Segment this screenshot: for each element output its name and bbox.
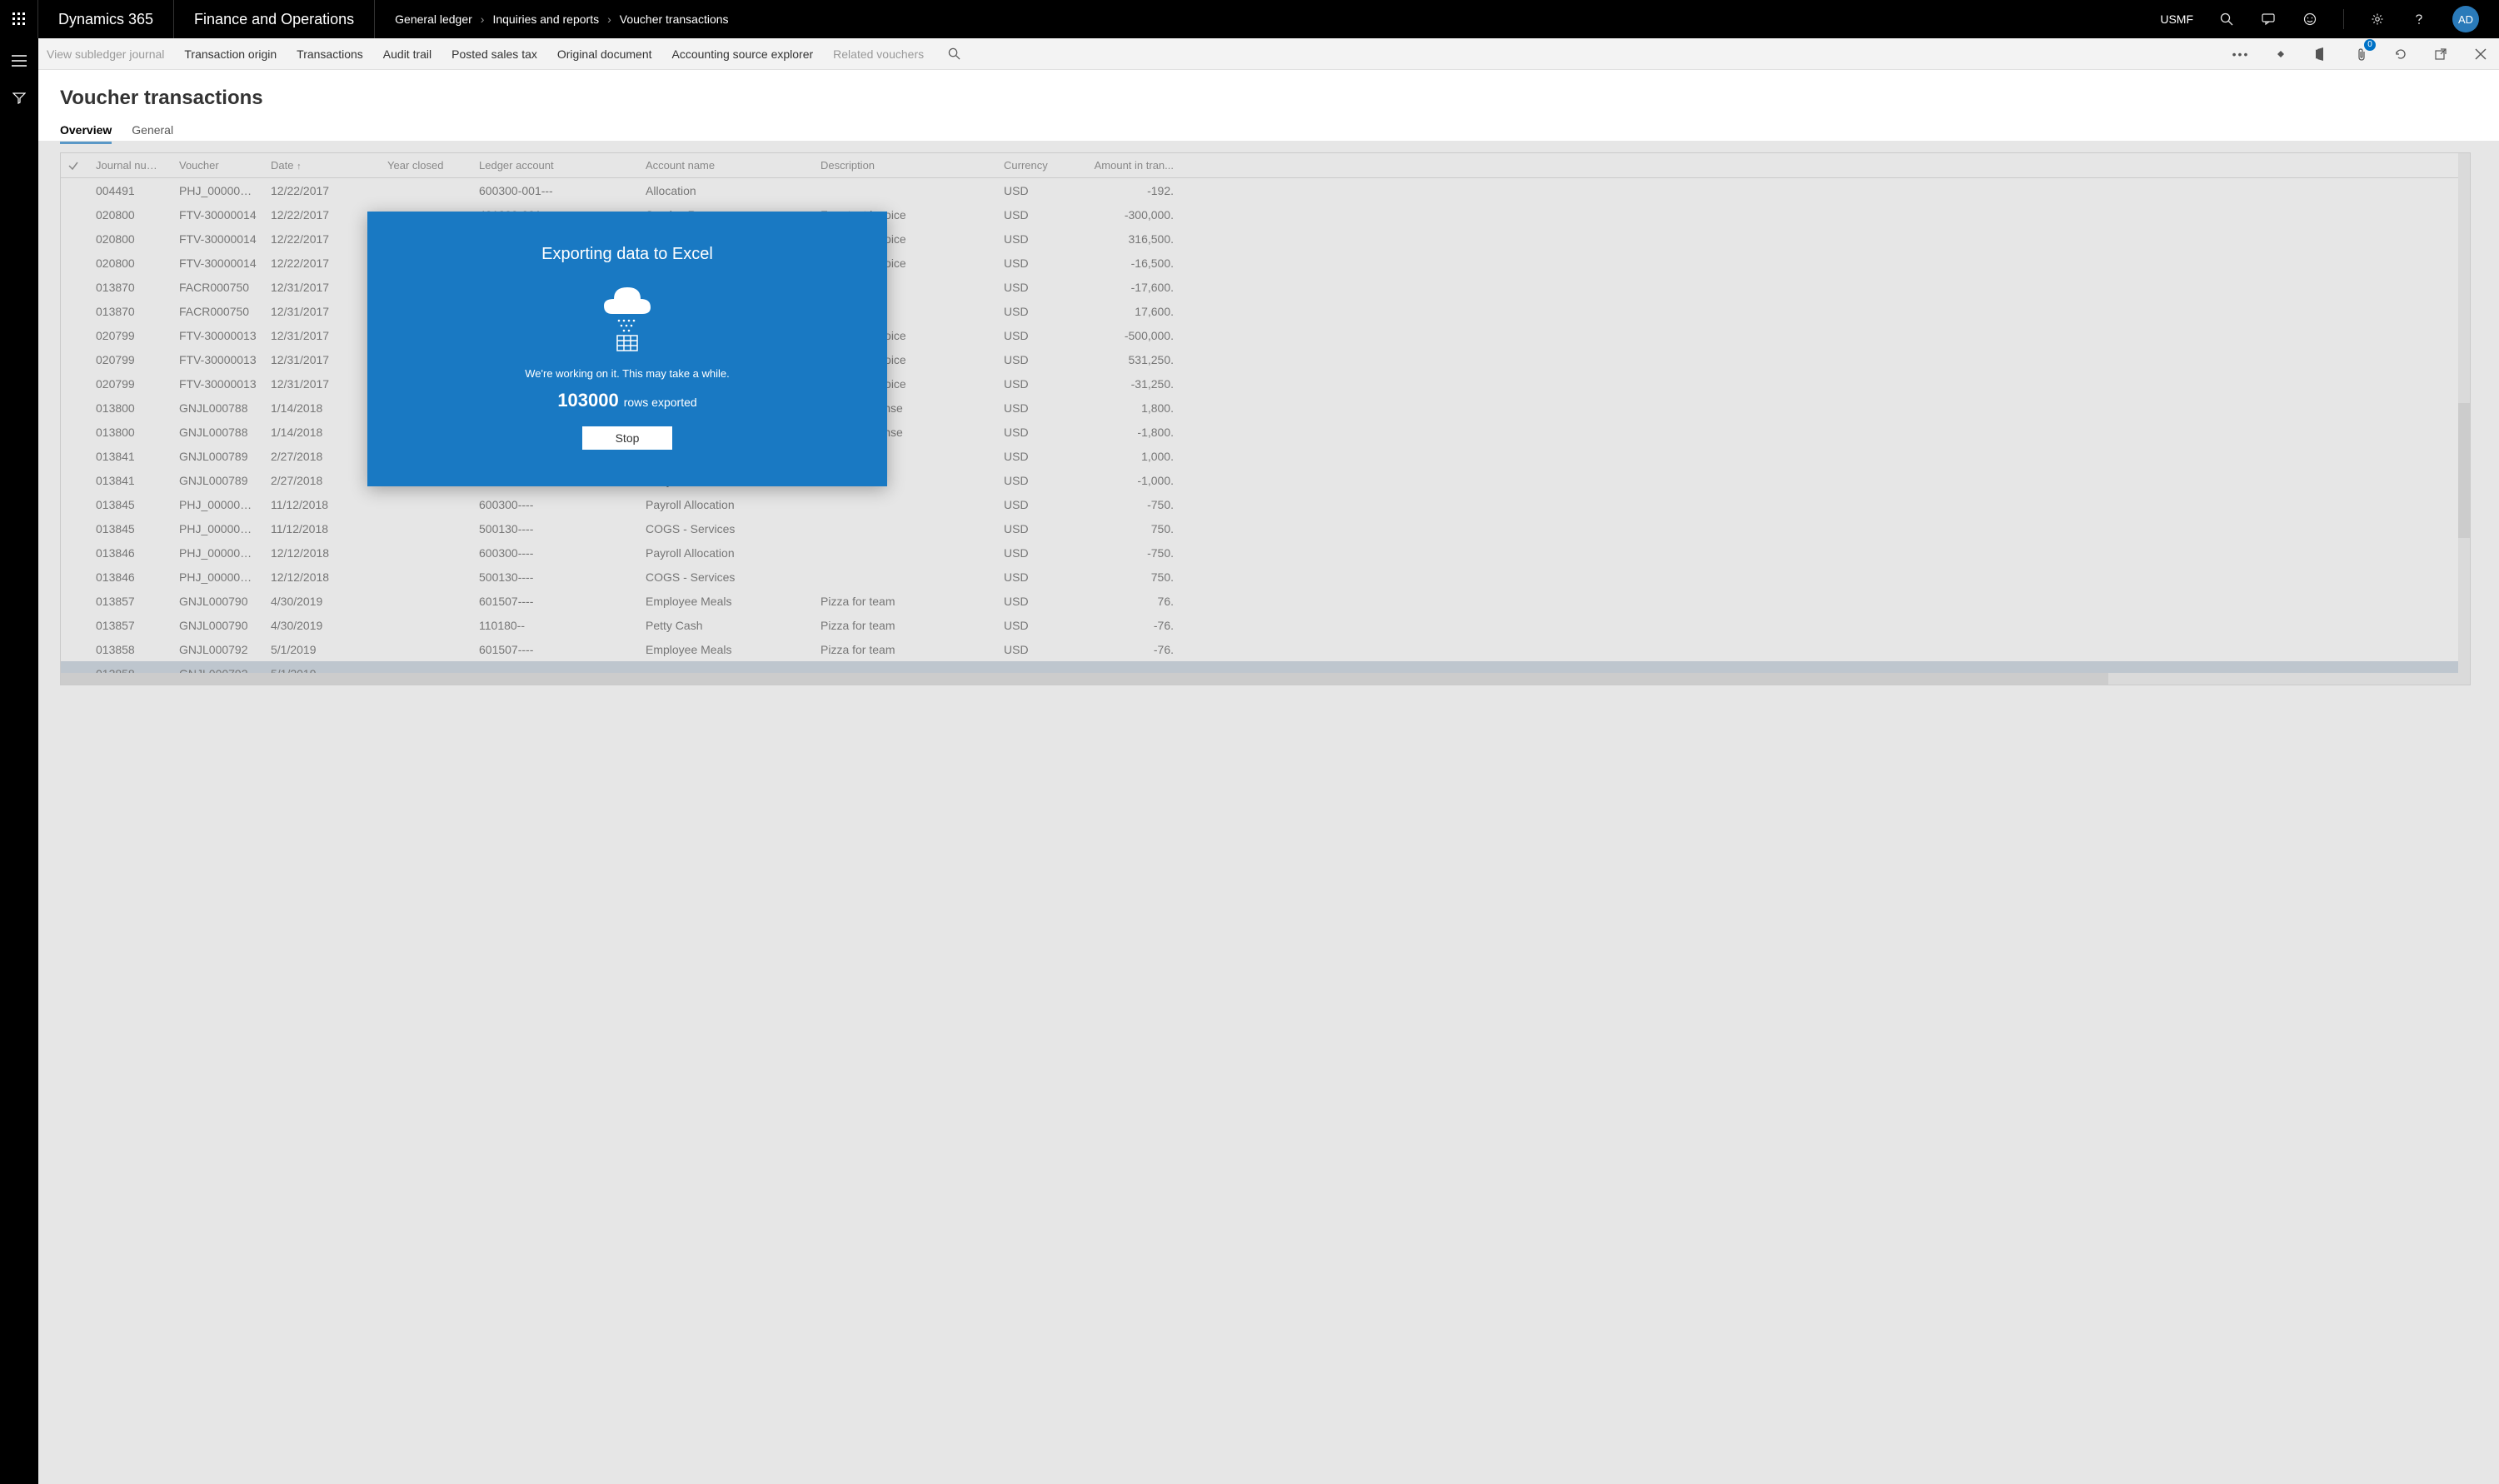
search-button[interactable] <box>2218 11 2235 27</box>
hamburger-icon <box>12 55 27 67</box>
office-button[interactable] <box>2311 44 2331 64</box>
action-link[interactable]: Related vouchers <box>833 47 924 61</box>
action-search-button[interactable] <box>944 44 964 64</box>
close-button[interactable] <box>2471 44 2491 64</box>
smiley-icon <box>2303 12 2317 26</box>
chevron-right-icon: › <box>607 12 611 26</box>
breadcrumb-item[interactable]: General ledger <box>395 12 472 26</box>
export-progress: 103000 rows exported <box>557 390 696 411</box>
nav-rail <box>0 38 38 1484</box>
action-link[interactable]: Accounting source explorer <box>672 47 814 61</box>
export-modal: Exporting data to Excel We're worki <box>367 212 887 486</box>
popout-icon <box>2435 48 2447 60</box>
main-content: Voucher transactions Overview General Jo… <box>38 70 2499 1484</box>
action-link[interactable]: Transactions <box>297 47 363 61</box>
export-count: 103000 <box>557 390 618 411</box>
search-icon <box>948 47 960 60</box>
nav-menu-button[interactable] <box>12 55 27 67</box>
diamond-icon <box>2274 47 2287 61</box>
company-label[interactable]: USMF <box>2160 12 2193 26</box>
page-title: Voucher transactions <box>60 87 2499 110</box>
app-name-label[interactable]: Finance and Operations <box>174 0 375 38</box>
close-icon <box>2475 48 2487 60</box>
action-bar: View subledger journal Transaction origi… <box>38 38 2499 70</box>
cloud-export-icon <box>594 279 661 354</box>
messages-button[interactable] <box>2260 11 2277 27</box>
chevron-right-icon: › <box>481 12 485 26</box>
modal-title: Exporting data to Excel <box>541 245 713 264</box>
gear-icon <box>2371 12 2384 26</box>
attachments-button[interactable] <box>2351 44 2371 64</box>
refresh-button[interactable] <box>2391 44 2411 64</box>
chat-icon <box>2262 12 2275 26</box>
help-icon <box>2412 12 2426 26</box>
overflow-button[interactable]: ••• <box>2231 44 2251 64</box>
brand-label[interactable]: Dynamics 365 <box>38 0 174 38</box>
action-link[interactable]: Posted sales tax <box>451 47 537 61</box>
office-icon <box>2315 47 2327 61</box>
user-avatar[interactable]: AD <box>2452 6 2479 32</box>
breadcrumb: General ledger › Inquiries and reports ›… <box>375 12 748 26</box>
app-launcher-button[interactable] <box>0 0 38 38</box>
action-link[interactable]: Audit trail <box>383 47 431 61</box>
search-icon <box>2220 12 2233 26</box>
action-link[interactable]: Original document <box>557 47 652 61</box>
popout-button[interactable] <box>2431 44 2451 64</box>
settings-button[interactable] <box>2369 11 2386 27</box>
waffle-icon <box>12 12 26 26</box>
action-link[interactable]: View subledger journal <box>47 47 164 61</box>
action-link[interactable]: Transaction origin <box>184 47 277 61</box>
stop-button[interactable]: Stop <box>582 426 673 450</box>
paperclip-icon <box>2355 47 2367 61</box>
modal-message: We're working on it. This may take a whi… <box>525 367 730 380</box>
filter-button[interactable] <box>12 92 26 105</box>
more-icon: ••• <box>2232 47 2250 61</box>
help-button[interactable] <box>2411 11 2427 27</box>
breadcrumb-item[interactable]: Inquiries and reports <box>492 12 599 26</box>
divider <box>2343 9 2344 29</box>
breadcrumb-item[interactable]: Voucher transactions <box>620 12 729 26</box>
refresh-icon <box>2394 47 2407 61</box>
feedback-button[interactable] <box>2302 11 2318 27</box>
filter-icon <box>12 92 26 105</box>
power-apps-button[interactable] <box>2271 44 2291 64</box>
global-header: Dynamics 365 Finance and Operations Gene… <box>0 0 2499 38</box>
export-count-label: rows exported <box>624 396 697 409</box>
